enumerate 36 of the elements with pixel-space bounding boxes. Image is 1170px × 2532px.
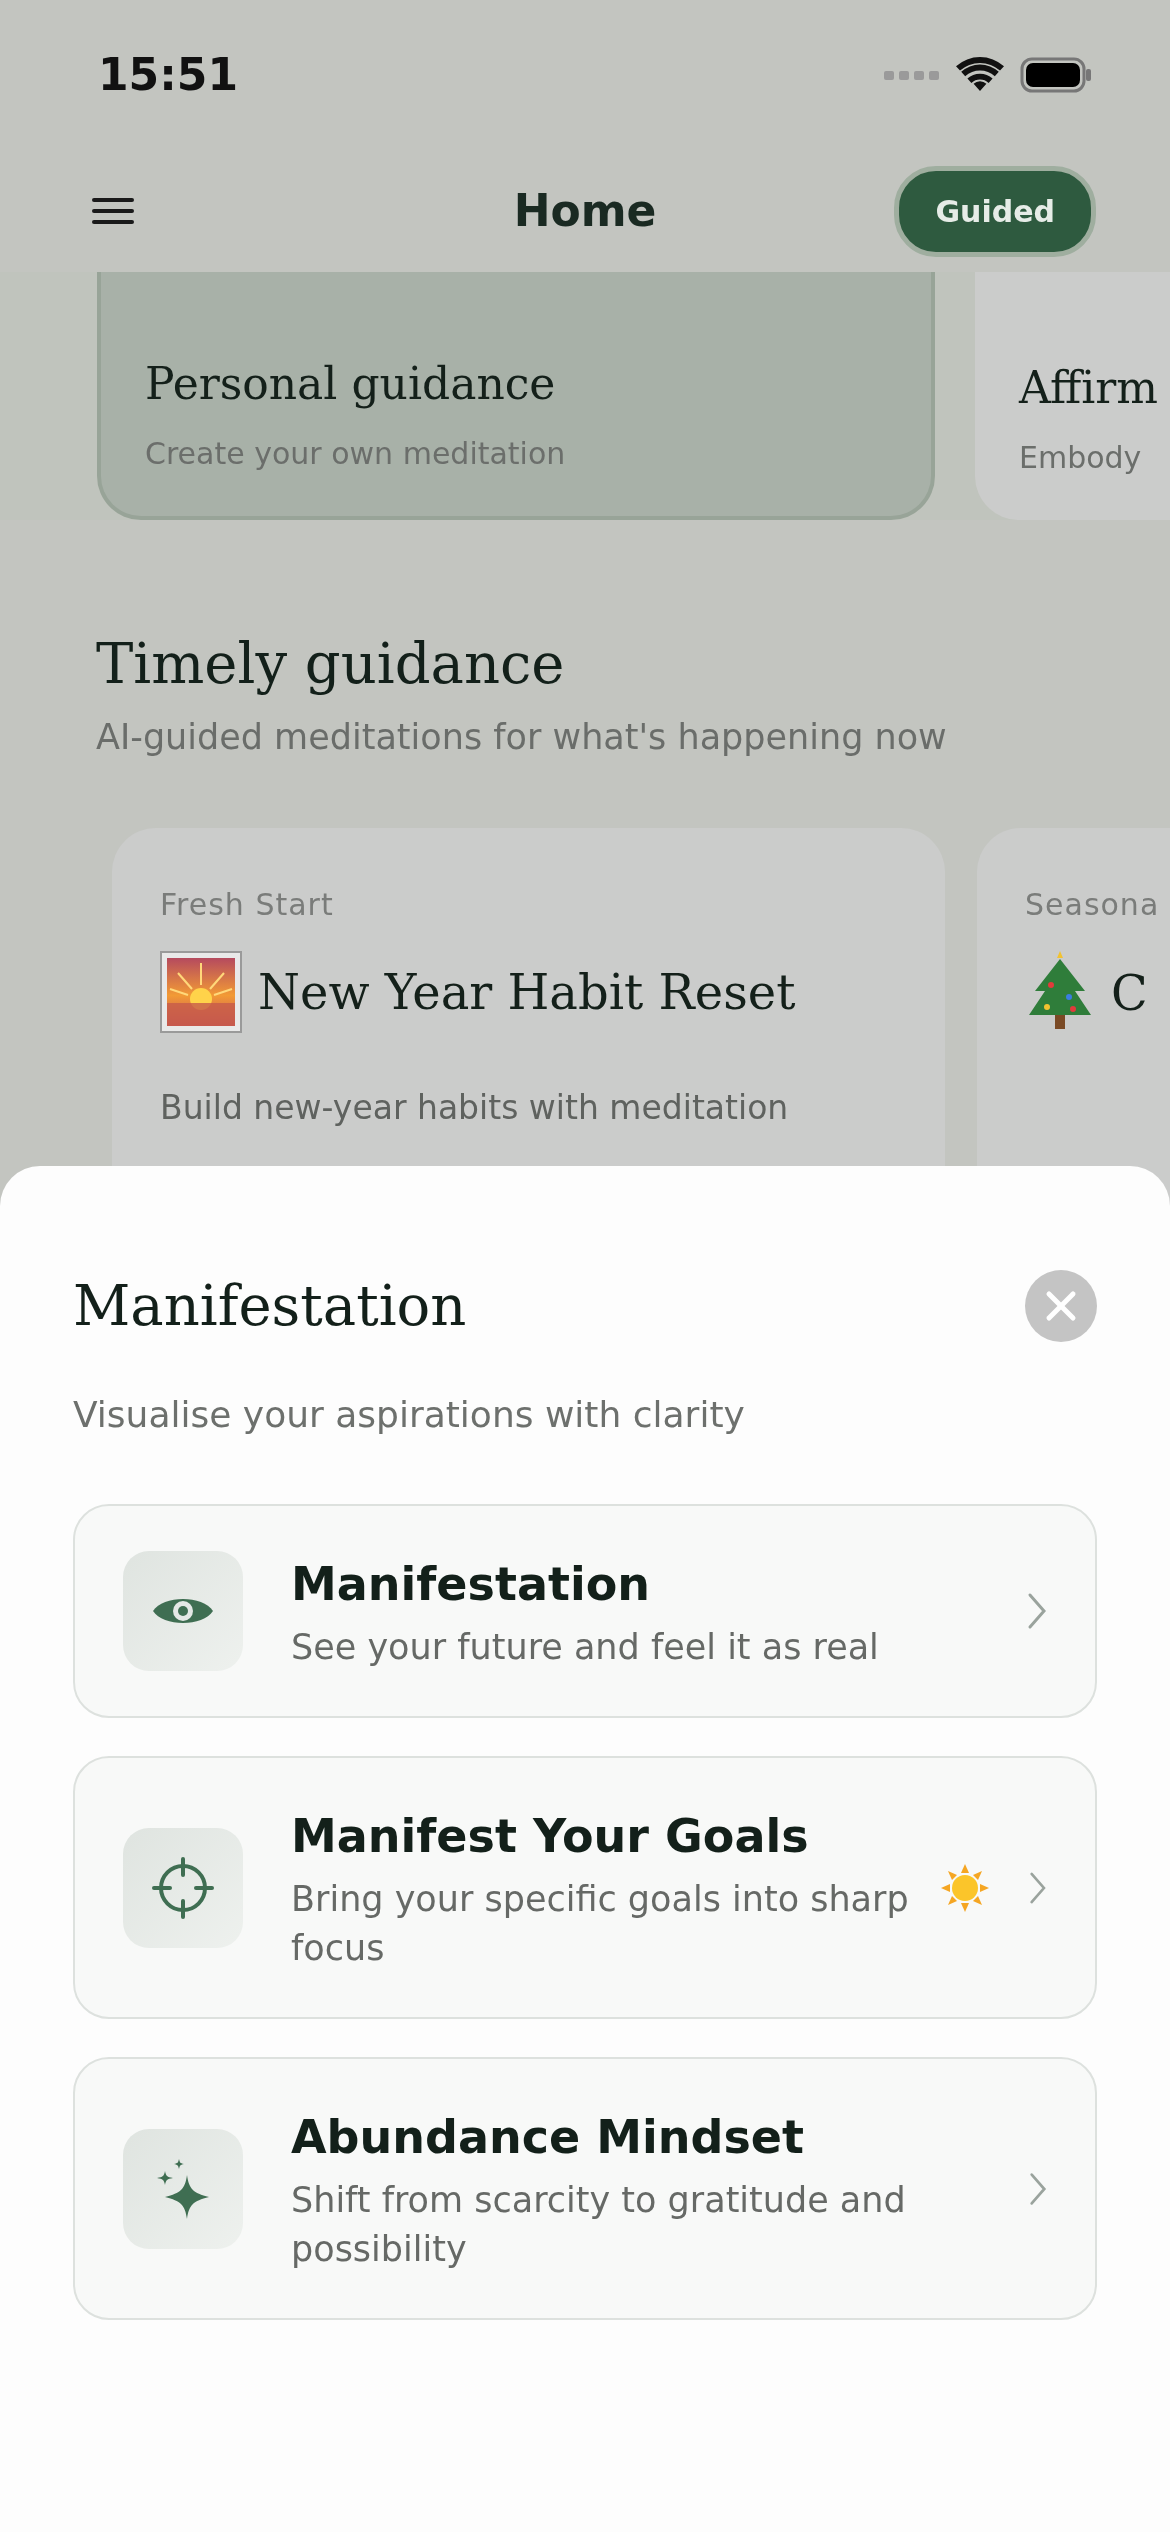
card-subtitle: Embody — [1019, 439, 1143, 477]
sheet-title: Manifestation — [73, 1272, 467, 1340]
section-title: Timely guidance — [96, 630, 566, 698]
guided-mode-button[interactable]: Guided — [894, 165, 1096, 257]
signal-icon — [884, 69, 940, 81]
battery-icon — [1020, 57, 1092, 93]
wifi-icon — [956, 57, 1004, 93]
item-description: Shift from scarcity to gratitude and possibility — [291, 2179, 907, 2271]
chevron-right-icon — [1027, 1592, 1047, 1630]
technique-item[interactable]: Manifestation See your future and feel it as real — [73, 1504, 1097, 1718]
sunrise-icon — [160, 950, 242, 1033]
card-title: C — [1111, 963, 1148, 1023]
card-description: Build new-year habits with meditation — [160, 1086, 790, 1129]
sheet-subtitle: Visualise your aspirations with clarity — [73, 1393, 746, 1437]
card-category: Seasona — [1025, 885, 1161, 924]
card-category: Fresh Start — [160, 885, 335, 924]
feature-card[interactable]: Affirm Embody — [975, 272, 1170, 520]
card-title: New Year Habit Reset — [258, 962, 796, 1022]
item-title: Abundance Mindset — [291, 2109, 805, 2166]
feature-card[interactable]: Personal guidance Create your own meditation — [97, 272, 935, 520]
item-description: See your future and feel it as real — [291, 1626, 880, 1669]
technique-item[interactable]: Abundance Mindset Shift from scarcity to gratitude and possibility — [73, 2057, 1097, 2320]
section-subtitle: AI-guided meditations for what's happening now — [96, 716, 948, 760]
close-icon — [1045, 1290, 1077, 1322]
card-title: Personal guidance — [145, 357, 557, 411]
item-title: Manifest Your Goals — [291, 1808, 810, 1865]
card-subtitle: Create your own meditation — [145, 435, 567, 473]
item-description: Bring your specific goals into sharp focus — [291, 1878, 910, 1970]
sun-icon — [941, 1863, 990, 1912]
status-time: 15:51 — [98, 48, 239, 102]
menu-button[interactable] — [92, 197, 134, 225]
card-title: Affirm — [1019, 361, 1160, 415]
page-title: Home — [513, 184, 657, 238]
technique-item[interactable]: Manifest Your Goals Bring your specific goals into sharp focus — [73, 1756, 1097, 2019]
item-title: Manifestation — [291, 1556, 652, 1613]
crosshair-icon — [152, 1856, 214, 1919]
